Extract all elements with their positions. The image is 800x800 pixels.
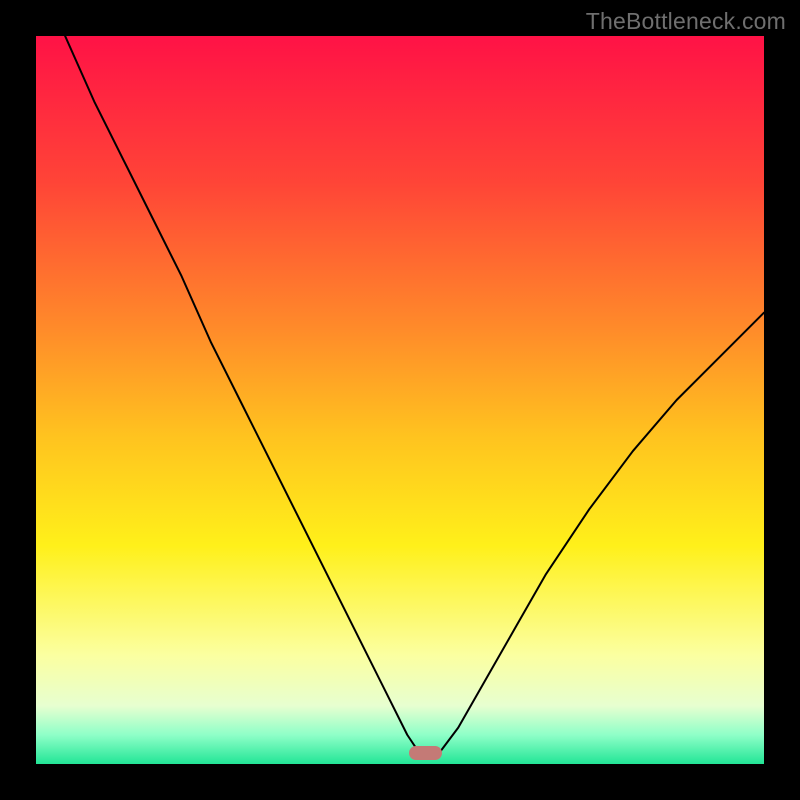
chart-frame: TheBottleneck.com bbox=[0, 0, 800, 800]
watermark-text: TheBottleneck.com bbox=[586, 8, 786, 35]
bottleneck-curve bbox=[36, 36, 764, 764]
optimal-marker bbox=[409, 746, 442, 761]
plot-area bbox=[36, 36, 764, 764]
